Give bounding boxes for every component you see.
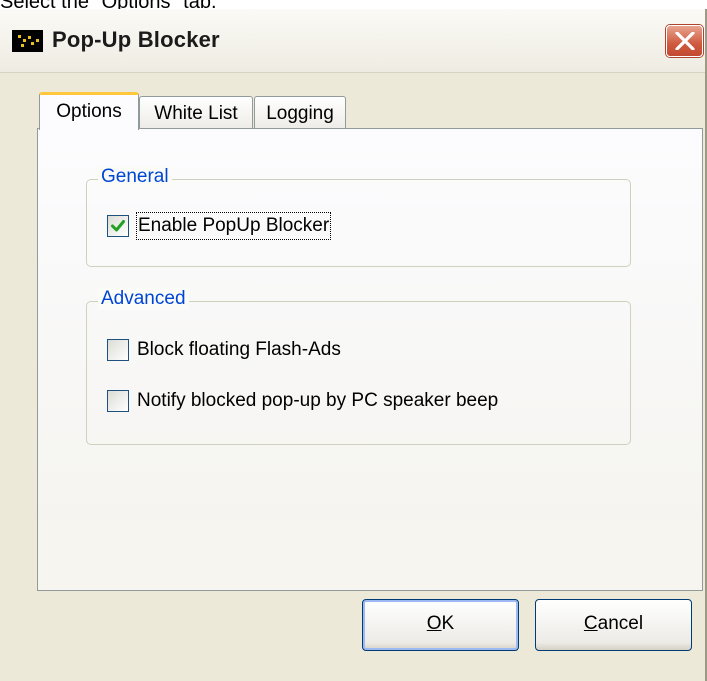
checkmark-icon: [111, 220, 125, 232]
block-flash-ads-checkbox[interactable]: [107, 339, 129, 361]
general-group-title: General: [98, 166, 172, 188]
cancel-button[interactable]: Cancel: [535, 599, 692, 651]
cancel-label-rest: ancel: [597, 613, 644, 634]
speaker-beep-label[interactable]: Notify blocked pop-up by PC speaker beep: [137, 388, 498, 414]
block-flash-ads-option[interactable]: Block floating Flash-Ads: [107, 337, 407, 363]
block-flash-ads-label[interactable]: Block floating Flash-Ads: [137, 337, 341, 363]
speaker-beep-checkbox[interactable]: [107, 390, 129, 412]
app-icon: [12, 30, 43, 52]
ok-mnemonic: O: [426, 613, 442, 634]
window-title: Pop-Up Blocker: [52, 27, 220, 52]
tab-logging-label: Logging: [266, 103, 334, 124]
ok-label-rest: K: [441, 613, 455, 634]
speaker-beep-option[interactable]: Notify blocked pop-up by PC speaker beep: [107, 388, 567, 414]
enable-popup-blocker-label[interactable]: Enable PopUp Blocker: [135, 212, 332, 240]
tab-white-list[interactable]: White List: [139, 96, 253, 130]
close-x-icon: [675, 32, 695, 50]
cancel-mnemonic: C: [583, 613, 598, 634]
advanced-group-title: Advanced: [98, 288, 189, 310]
tab-options-label: Options: [56, 101, 122, 122]
options-tab-panel: General Enable PopUp Blocker Advanced Bl…: [37, 128, 703, 591]
advanced-group: Advanced Block floating Flash-Ads Notify…: [86, 288, 631, 445]
tab-logging[interactable]: Logging: [254, 96, 346, 130]
ok-button[interactable]: OK: [362, 599, 519, 651]
general-group: General Enable PopUp Blocker: [86, 166, 631, 267]
title-bar[interactable]: Pop-Up Blocker: [0, 9, 705, 73]
tab-white-list-label: White List: [154, 103, 238, 124]
enable-popup-blocker-option[interactable]: Enable PopUp Blocker: [107, 212, 407, 240]
popup-blocker-dialog: Pop-Up Blocker Options White List Loggin…: [0, 9, 707, 681]
enable-popup-blocker-checkbox[interactable]: [107, 215, 129, 237]
close-button[interactable]: [666, 25, 703, 57]
tab-options[interactable]: Options: [39, 92, 139, 130]
